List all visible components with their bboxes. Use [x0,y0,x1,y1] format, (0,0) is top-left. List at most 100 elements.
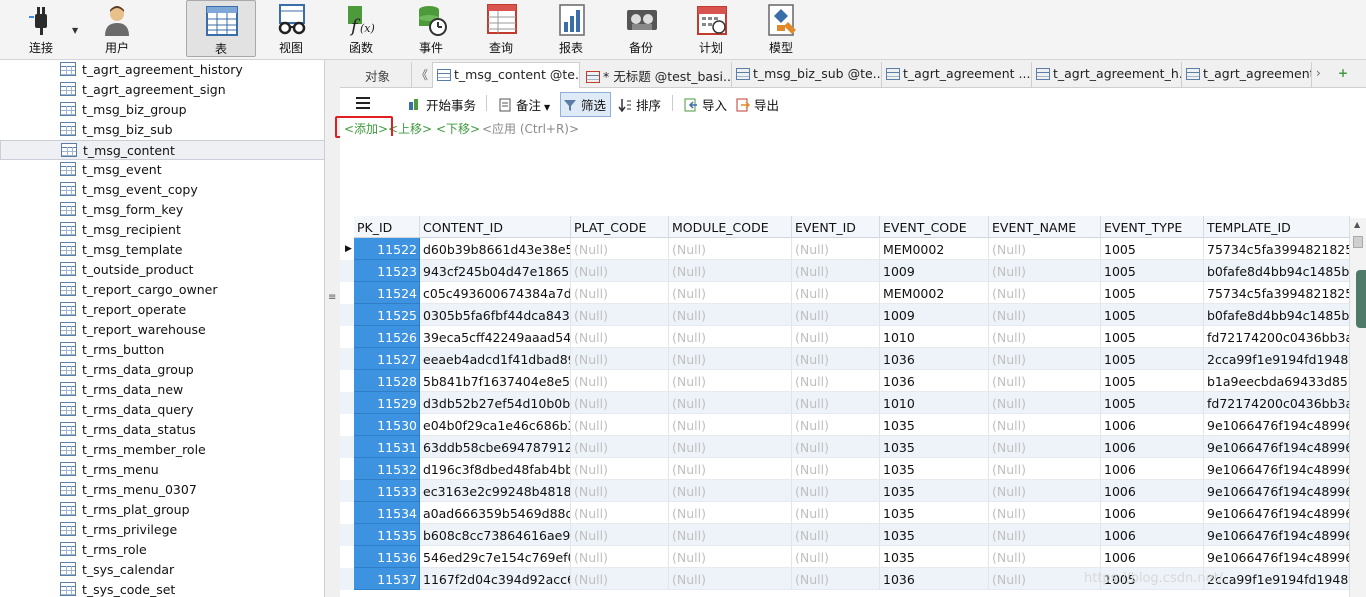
table-row[interactable]: 11533 ec3163e2c99248b4818d6 (Null) (Null) (N… [340,480,1350,502]
table-cell[interactable]: d196c3f8dbed48fab4bb6 [420,458,571,480]
table-cell[interactable]: (Null) [669,282,792,304]
table-cell[interactable]: (Null) [792,392,880,414]
table-cell[interactable]: (Null) [989,370,1101,392]
table-cell[interactable]: MEM0002 [880,238,989,260]
table-cell[interactable]: 943cf245b04d47e186515 [420,260,571,282]
query-button[interactable]: 查询 [466,0,536,58]
table-cell[interactable]: (Null) [989,524,1101,546]
sidebar-item-table[interactable]: t_msg_biz_sub [0,120,324,140]
table-cell[interactable]: d60b39b8661d43e38e539 [420,238,571,260]
table-cell[interactable]: (Null) [792,436,880,458]
table-row[interactable]: 11529 d3db52b27ef54d10b0bc6 (Null) (Null) (N… [340,392,1350,414]
table-cell[interactable]: 39eca5cff42249aaad54a6 [420,326,571,348]
tab-agrt-agreement-history[interactable]: t_agrt_agreement_h... [1032,62,1182,88]
table-cell[interactable]: fd72174200c0436bb3a38 [1204,326,1350,348]
table-cell[interactable]: (Null) [989,304,1101,326]
table-cell[interactable]: 9e1066476f194c48996ad [1204,480,1350,502]
table-cell[interactable]: (Null) [989,458,1101,480]
table-cell[interactable]: 11524 [354,282,420,304]
table-cell[interactable]: 1005 [1101,326,1204,348]
tab-scroll-left-icon[interactable]: 《 [416,66,428,83]
table-cell[interactable]: 11527 [354,348,420,370]
table-cell[interactable]: eeaeb4adcd1f41dbad890 [420,348,571,370]
table-row[interactable]: 11532 d196c3f8dbed48fab4bb6 (Null) (Null) (N… [340,458,1350,480]
function-button[interactable]: f (x) 函数 [326,0,396,58]
tab-scroll-right-icon[interactable]: › [1316,66,1321,80]
table-cell[interactable]: ec3163e2c99248b4818d6 [420,480,571,502]
sidebar-item-table[interactable]: t_msg_biz_group [0,100,324,120]
sidebar-item-table[interactable]: t_report_operate [0,300,324,320]
table-cell[interactable]: 1006 [1101,414,1204,436]
table-cell[interactable]: 11534 [354,502,420,524]
sidebar-item-table[interactable]: t_rms_data_new [0,380,324,400]
table-cell[interactable]: 1035 [880,414,989,436]
table-cell[interactable]: 1006 [1101,546,1204,568]
table-cell[interactable]: b0fafe8d4bb94c1485b2e [1204,304,1350,326]
table-cell[interactable]: (Null) [571,414,669,436]
table-cell[interactable]: 1009 [880,260,989,282]
table-cell[interactable]: e04b0f29ca1e46c686b392 [420,414,571,436]
table-cell[interactable]: (Null) [571,392,669,414]
sidebar-item-table[interactable]: t_msg_form_key [0,200,324,220]
sidebar-item-table[interactable]: t_rms_data_group [0,360,324,380]
table-cell[interactable]: (Null) [571,546,669,568]
table-cell[interactable]: (Null) [989,348,1101,370]
table-cell[interactable]: 1167f2d04c394d92acc680 [420,568,571,590]
table-cell[interactable]: 1006 [1101,458,1204,480]
table-cell[interactable]: (Null) [669,326,792,348]
table-cell[interactable]: 11525 [354,304,420,326]
sidebar-item-table[interactable]: t_sys_calendar [0,560,324,580]
sidebar-item-table[interactable]: t_outside_product [0,260,324,280]
table-cell[interactable]: (Null) [792,260,880,282]
sidebar-item-table[interactable]: t_report_cargo_owner [0,280,324,300]
table-row[interactable]: 11536546ed29c7e154c769ef063(Null)(Null)(… [340,546,1350,568]
move-up-link[interactable]: <上移> [388,120,432,137]
table-cell[interactable]: 1035 [880,524,989,546]
table-cell[interactable]: (Null) [792,282,880,304]
tab-untitled-query[interactable]: * 无标题 @test_basi... [582,62,732,88]
table-cell[interactable]: 75734c5fa39948218252c [1204,282,1350,304]
table-cell[interactable]: (Null) [792,238,880,260]
menu-hamburger-icon[interactable] [356,97,370,109]
table-cell[interactable]: (Null) [669,502,792,524]
table-cell[interactable]: 1005 [1101,238,1204,260]
table-row[interactable]: 11525 0305b5fa6fbf44dca84300 (Null) (Null)(… [340,304,1350,326]
tab-objects[interactable]: 对象 [344,62,412,88]
table-cell[interactable]: 1006 [1101,502,1204,524]
table-cell[interactable]: 11535 [354,524,420,546]
table-cell[interactable]: (Null) [989,414,1101,436]
new-tab-plus-icon[interactable]: + [1338,66,1348,80]
tab-agrt-agreement[interactable]: t_agrt_agreement ... [882,62,1032,88]
table-cell[interactable]: 5b841b7f1637404e8e5a9 [420,370,571,392]
table-cell[interactable]: (Null) [989,436,1101,458]
table-cell[interactable]: (Null) [571,502,669,524]
table-row[interactable]: ▶11522d60b39b8661d43e38e539(Null)(Null)(… [340,238,1350,260]
sidebar-item-table[interactable]: t_rms_member_role [0,440,324,460]
table-cell[interactable]: 11529 [354,392,420,414]
table-cell[interactable]: (Null) [792,502,880,524]
sidebar-item-table[interactable]: t_rms_menu_0307 [0,480,324,500]
table-cell[interactable]: (Null) [669,546,792,568]
table-cell[interactable]: 11523 [354,260,420,282]
sidebar-item-selected-table[interactable]: t_msg_content [0,140,324,160]
apply-link[interactable]: <应用 (Ctrl+R)> [482,120,579,137]
table-cell[interactable]: 1005 [1101,348,1204,370]
sidebar-item-table[interactable]: t_rms_button [0,340,324,360]
schedule-button[interactable]: 计划 [676,0,746,58]
table-cell[interactable]: 11528 [354,370,420,392]
table-cell[interactable]: (Null) [989,238,1101,260]
table-row[interactable]: 11535b608c8cc73864616ae9a2a(Null)(Null)(… [340,524,1350,546]
move-down-link[interactable]: <下移> [436,120,480,137]
table-cell[interactable]: 0305b5fa6fbf44dca84300 [420,304,571,326]
table-cell[interactable]: (Null) [989,392,1101,414]
import-button[interactable]: 导入 [684,95,727,114]
table-cell[interactable]: (Null) [669,392,792,414]
side-handle[interactable] [1356,270,1366,328]
table-cell[interactable]: (Null) [669,304,792,326]
event-button[interactable]: 事件 [396,0,466,58]
table-cell[interactable]: 1005 [1101,282,1204,304]
sidebar-item-table[interactable]: t_msg_event [0,160,324,180]
table-cell[interactable]: (Null) [669,348,792,370]
sidebar-item-table[interactable]: t_msg_recipient [0,220,324,240]
table-cell[interactable]: 9e1066476f194c48996ad [1204,436,1350,458]
